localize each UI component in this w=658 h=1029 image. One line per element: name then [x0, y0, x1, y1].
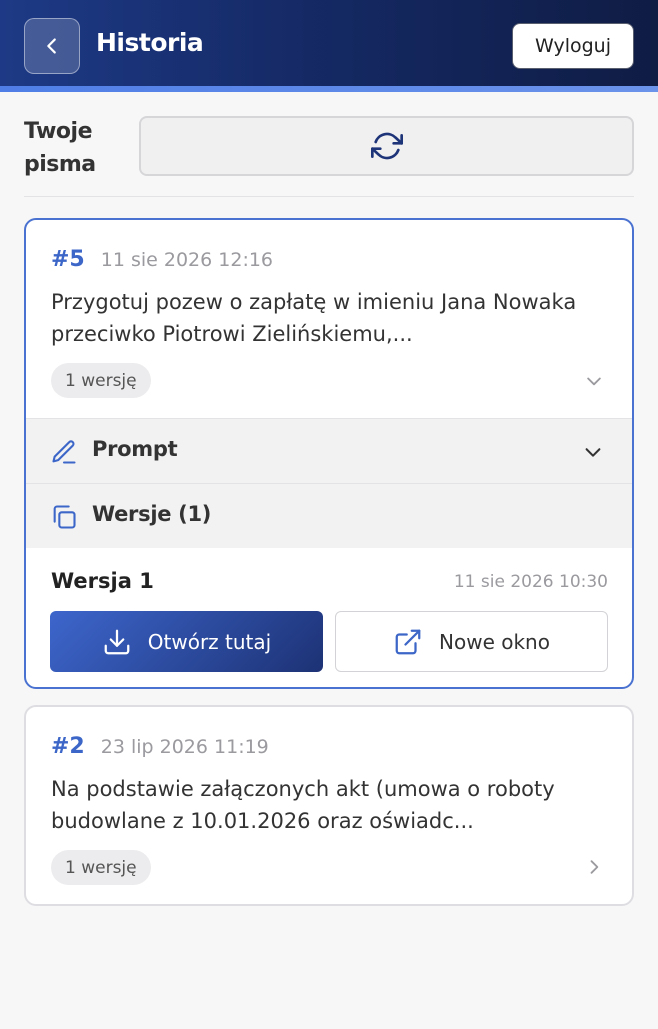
- pencil-icon: [52, 440, 76, 464]
- version-date: 11 sie 2026 10:30: [453, 572, 608, 592]
- versions-count-badge: 1 wersję: [51, 363, 151, 398]
- document-number: #5: [51, 247, 85, 272]
- header-accent-stripe: [0, 86, 658, 92]
- version-title: Wersja 1: [51, 569, 154, 593]
- refresh-icon: [370, 132, 403, 160]
- new-window-label: Nowe okno: [439, 629, 550, 654]
- refresh-button[interactable]: [139, 116, 634, 176]
- prompt-label: Prompt: [92, 437, 178, 461]
- download-icon: [104, 629, 130, 654]
- external-link-icon: [395, 629, 421, 654]
- document-card[interactable]: #2 23 lip 2026 11:19 Na podstawie załącz…: [24, 705, 634, 906]
- document-header: #5 11 sie 2026 12:16: [51, 247, 273, 272]
- versions-section-toggle[interactable]: Wersje (1): [26, 483, 632, 548]
- new-window-button[interactable]: Nowe okno: [335, 611, 608, 672]
- chevron-down-icon[interactable]: [584, 371, 604, 391]
- versions-label: Wersje (1): [92, 502, 212, 526]
- document-prompt-preview: Na podstawie załączonych akt (umowa o ro…: [51, 777, 555, 833]
- app-header: Historia Wyloguj: [0, 0, 658, 92]
- document-card[interactable]: #5 11 sie 2026 12:16 Przygotuj pozew o z…: [24, 218, 634, 689]
- prompt-section-toggle[interactable]: Prompt: [26, 418, 632, 483]
- document-number: #2: [51, 734, 85, 759]
- document-header: #2 23 lip 2026 11:19: [51, 734, 269, 759]
- open-here-label: Otwórz tutaj: [147, 629, 272, 654]
- document-date: 23 lip 2026 11:19: [100, 736, 269, 758]
- document-date: 11 sie 2026 12:16: [100, 249, 274, 271]
- logout-button[interactable]: Wyloguj: [512, 23, 634, 69]
- chevron-down-icon: [585, 448, 601, 457]
- page-title: Historia: [96, 28, 204, 57]
- chevron-left-icon: [47, 38, 56, 54]
- section-divider: [24, 196, 634, 197]
- document-prompt-preview: Przygotuj pozew o zapłatę w imieniu Jana…: [51, 290, 577, 346]
- versions-count-badge: 1 wersję: [51, 850, 151, 885]
- chevron-right-icon[interactable]: [584, 857, 604, 877]
- back-button[interactable]: [24, 18, 80, 74]
- open-here-button[interactable]: Otwórz tutaj: [50, 611, 323, 672]
- section-title: Twoje pisma: [24, 119, 96, 177]
- copy-icon: [53, 505, 76, 529]
